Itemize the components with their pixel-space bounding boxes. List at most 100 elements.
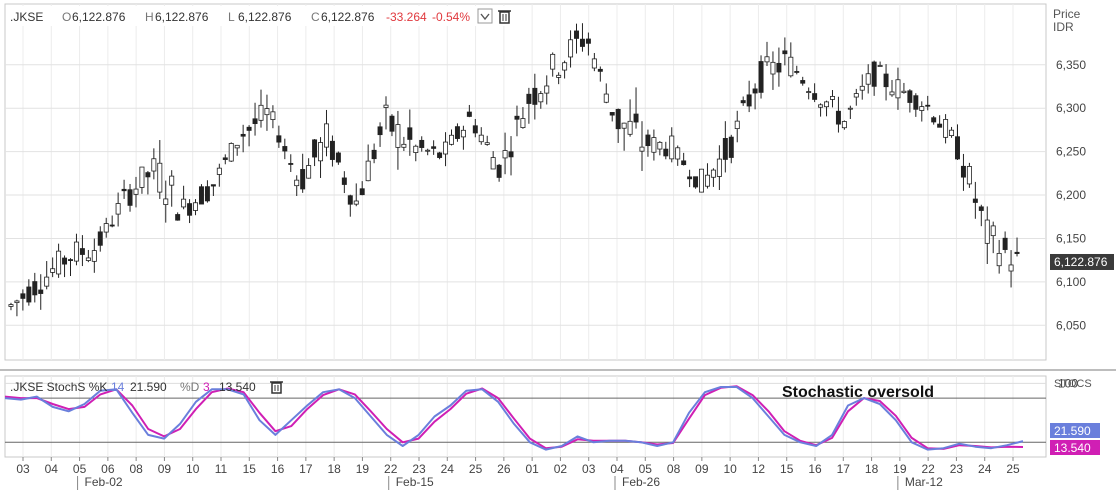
candle xyxy=(228,142,234,162)
x-tick-label: 23 xyxy=(412,462,426,476)
x-tick-label: 15 xyxy=(780,462,794,476)
candle-body xyxy=(276,135,282,143)
x-tick-label: 10 xyxy=(723,462,737,476)
candle-body xyxy=(568,39,574,58)
candle-body xyxy=(389,115,395,132)
candle-body xyxy=(8,304,14,307)
x-tick-label: 06 xyxy=(101,462,115,476)
price-axis-title: Price xyxy=(1053,7,1081,21)
stoch-d-label: %D xyxy=(180,380,200,394)
candle-body xyxy=(318,142,324,162)
candle-body xyxy=(234,144,240,149)
candle-body xyxy=(651,137,657,153)
candle-body xyxy=(889,91,895,96)
candle-body xyxy=(56,250,62,275)
candle-body xyxy=(544,85,550,94)
candle-body xyxy=(175,214,181,221)
candle-body xyxy=(347,195,353,205)
candle-body xyxy=(669,135,675,160)
candle-body xyxy=(687,176,693,180)
price-tick-label: 6,050 xyxy=(1056,318,1086,332)
x-tick-label: 17 xyxy=(299,462,313,476)
candle-body xyxy=(20,293,26,299)
candle-body xyxy=(73,241,79,262)
x-tick-label: 22 xyxy=(921,462,935,476)
candle-body xyxy=(335,152,341,163)
candle-body xyxy=(728,136,734,158)
candle-body xyxy=(50,268,56,273)
k-value-axis-label: 21.590 xyxy=(1054,424,1091,438)
candle-body xyxy=(603,93,609,103)
candle xyxy=(198,184,204,205)
candle-body xyxy=(794,71,800,73)
candle-body xyxy=(460,129,466,138)
candle-body xyxy=(925,104,931,107)
x-tick-label: 09 xyxy=(695,462,709,476)
ohlc-label-o: O xyxy=(62,10,71,24)
candle-body xyxy=(443,141,449,155)
candle-body xyxy=(806,91,812,93)
x-tick-label: 16 xyxy=(808,462,822,476)
candle-body xyxy=(240,133,246,137)
ohlc-value-o: 6,122.876 xyxy=(72,10,126,24)
candle-body xyxy=(770,61,776,75)
x-tick-label: 24 xyxy=(978,462,992,476)
candle-body xyxy=(782,50,788,55)
candle-body xyxy=(157,162,163,193)
candle-body xyxy=(32,281,38,296)
x-tick-label: 01 xyxy=(525,462,539,476)
x-month-label: Feb-02 xyxy=(85,475,123,489)
candle-body xyxy=(764,56,770,63)
candle-body xyxy=(198,186,204,205)
x-tick-label: 08 xyxy=(129,462,143,476)
candle-body xyxy=(812,93,818,100)
last-price-label: 6,122.876 xyxy=(1054,255,1108,269)
ohlc-value-h: 6,122.876 xyxy=(155,10,209,24)
candle-body xyxy=(246,126,252,131)
candle-body xyxy=(407,127,413,140)
x-tick-label: 18 xyxy=(327,462,341,476)
candle-body xyxy=(323,123,329,148)
candle-body xyxy=(716,158,722,177)
x-tick-label: 25 xyxy=(1006,462,1020,476)
candle-body xyxy=(609,112,615,116)
candle-body xyxy=(371,149,377,160)
candle-body xyxy=(97,231,103,246)
candle-body xyxy=(502,150,508,159)
candle-body xyxy=(103,223,109,233)
x-tick-label: 17 xyxy=(837,462,851,476)
candle-body xyxy=(645,134,651,147)
candle-body xyxy=(984,219,990,244)
ohlc-value-c: 6,122.876 xyxy=(321,10,375,24)
candle-body xyxy=(115,203,121,215)
candle-body xyxy=(562,62,568,71)
candle-body xyxy=(877,65,883,67)
x-tick-label: 12 xyxy=(752,462,766,476)
x-tick-label: 23 xyxy=(950,462,964,476)
candle-body xyxy=(740,100,746,104)
candle-body xyxy=(722,138,728,160)
price-tick-label: 6,150 xyxy=(1056,231,1086,245)
dropdown-box[interactable] xyxy=(477,8,493,24)
candle-body xyxy=(353,200,359,205)
candle-body xyxy=(901,90,907,93)
ohlc-value-l: 6,122.876 xyxy=(238,10,292,24)
x-tick-label: 22 xyxy=(384,462,398,476)
chevron-down-icon[interactable] xyxy=(477,8,493,24)
price-tick-label: 6,200 xyxy=(1056,188,1086,202)
candle-body xyxy=(800,80,806,84)
ohlc-label-l: L xyxy=(228,10,235,24)
candle xyxy=(693,176,699,189)
symbol-label: .JKSE xyxy=(10,10,43,24)
x-tick-label: 02 xyxy=(554,462,568,476)
change-value: -33.264 xyxy=(386,10,427,24)
x-tick-label: 03 xyxy=(16,462,30,476)
candle-body xyxy=(853,93,859,98)
candle-body xyxy=(871,61,877,87)
x-tick-label: 18 xyxy=(865,462,879,476)
x-tick-label: 05 xyxy=(639,462,653,476)
candle-body xyxy=(657,141,663,150)
candle-body xyxy=(579,38,585,47)
candle-body xyxy=(776,62,782,73)
candle-body xyxy=(508,151,514,158)
